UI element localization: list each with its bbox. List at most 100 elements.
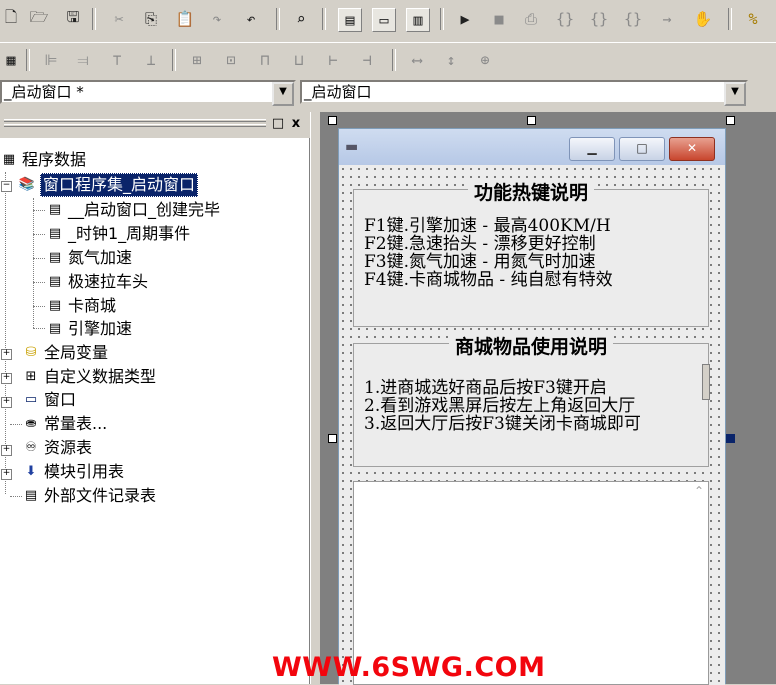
align-bottom-icon[interactable]: ⊥ [140, 49, 162, 71]
spread-v-icon[interactable]: ↕ [440, 49, 462, 71]
copy-icon[interactable]: ⎘ [140, 8, 162, 30]
tree-assembly[interactable]: 📚 窗口程序集_启动窗口 [18, 173, 199, 197]
undo-icon[interactable]: ↶ [240, 8, 262, 30]
form-designer: ▬ ▁ □ ✕ 功能热键说明 F1键.引擎加速 - 最高400KM/H F2键.… [320, 112, 776, 685]
expand-icon[interactable]: + [1, 373, 12, 384]
step-over-icon[interactable]: {} [588, 8, 610, 30]
event-combo-value: _启动窗口 [304, 83, 372, 101]
data-type-icon: ⊞ [25, 369, 37, 384]
tree-global-vars[interactable]: ⛁ 全局变量 [22, 342, 108, 364]
hotkey-line-4: F4键.卡商城物品 - 纯自慰有特效 [364, 270, 613, 290]
file-list-icon: ▤ [24, 488, 38, 503]
center-horizontal-icon[interactable]: ⊞ [186, 49, 208, 71]
store-line-3: 3.返回大厅后按F3键关闭卡商城即可 [364, 414, 641, 434]
tree-custom-types[interactable]: ⊞ 自定义数据类型 [22, 366, 156, 388]
maximize-button[interactable]: □ [619, 137, 665, 161]
chevron-down-icon[interactable]: ▼ [272, 82, 294, 106]
resources-icon: ♾ [25, 440, 37, 455]
subroutine-icon: ▤ [48, 298, 62, 313]
hotkey-group-title: 功能热键说明 [467, 182, 594, 204]
new-icon[interactable]: 🗋 [0, 8, 22, 30]
step-out-icon[interactable]: {} [622, 8, 644, 30]
layout1-icon[interactable]: ▤ [338, 8, 362, 32]
find-replace-icon[interactable]: % [742, 8, 764, 30]
panel-close-button[interactable]: x [288, 116, 304, 132]
store-line-1: 1.进商城选好商品后按F3键开启 [364, 378, 607, 398]
store-line-2: 2.看到游戏黑屏后按左上角返回大厅 [364, 396, 636, 416]
subroutine-icon: ▤ [48, 274, 62, 289]
save-icon[interactable]: 🖫 [62, 8, 84, 30]
space-icon[interactable]: ⊣ [356, 49, 378, 71]
tree-root[interactable]: ▦ 程序数据 [0, 149, 86, 171]
splitter[interactable] [310, 112, 320, 684]
align-toolbar: ▦ ⊫ ⫤ ⊤ ⊥ ⊞ ⊡ ⊓ ⊔ ⊢ ⊣ ⟷ ↕ ⊕ [0, 42, 776, 76]
expand-icon[interactable]: + [1, 445, 12, 456]
run-to-cursor-icon[interactable]: → [656, 8, 678, 30]
car-icon: ▬ [345, 139, 359, 155]
close-button[interactable]: ✕ [669, 137, 715, 161]
align-right-icon[interactable]: ⫤ [72, 49, 94, 71]
hotkey-line-3: F3键.氮气加速 - 用氮气时加速 [364, 252, 596, 272]
spread-h-icon[interactable]: ⟷ [406, 49, 428, 71]
fit-icon[interactable]: ⊕ [474, 49, 496, 71]
layout2-icon[interactable]: ▭ [372, 8, 396, 32]
hotkey-group: 功能热键说明 F1键.引擎加速 - 最高400KM/H F2键.急速抬头 - 漂… [353, 182, 709, 327]
expand-icon[interactable]: + [1, 397, 12, 408]
step-icon[interactable]: ⎙ [520, 8, 542, 30]
tree-assembly-label: 窗口程序集_启动窗口 [40, 173, 199, 197]
tree-sub-6[interactable]: ▤ 引擎加速 [46, 318, 132, 340]
expand-icon[interactable]: + [1, 469, 12, 480]
standard-toolbar: 🗋 🗁 🖫 ✂ ⎘ 📋 ↷ ↶ ⌕ ▤ ▭ ▥ ▶ ■ ⎙ {} {} {} →… [0, 0, 776, 40]
align-grid-icon[interactable]: ▦ [0, 49, 22, 71]
tree-sub-1[interactable]: ▤ __启动窗口_创建完毕 [46, 199, 220, 221]
tree-sub-4[interactable]: ▤ 极速拉车头 [46, 271, 148, 293]
assembly-icon: 📚 [18, 177, 36, 192]
align-top-icon[interactable]: ⊤ [106, 49, 128, 71]
open-folder-icon[interactable]: 🗁 [28, 8, 50, 30]
same-height-icon[interactable]: ⊔ [288, 49, 310, 71]
tree-external-files[interactable]: ▤ 外部文件记录表 [22, 485, 156, 507]
hotkey-line-1: F1键.引擎加速 - 最高400KM/H [364, 216, 611, 236]
expand-icon[interactable]: + [1, 349, 12, 360]
tree-windows[interactable]: ▭ 窗口 [22, 389, 76, 411]
tree-sub-3[interactable]: ▤ 氮气加速 [46, 247, 132, 269]
step-into-icon[interactable]: {} [554, 8, 576, 30]
same-size-icon[interactable]: ⊢ [322, 49, 344, 71]
chevron-down-icon[interactable]: ▼ [724, 82, 746, 106]
center-vertical-icon[interactable]: ⊡ [220, 49, 242, 71]
subroutine-icon: ▤ [48, 250, 62, 265]
run-icon[interactable]: ▶ [454, 8, 476, 30]
same-width-icon[interactable]: ⊓ [254, 49, 276, 71]
tree-resources[interactable]: ♾ 资源表 [22, 437, 92, 459]
window-titlebar[interactable]: ▬ ▁ □ ✕ [339, 129, 725, 165]
program-tree: ▦ 程序数据 − 📚 窗口程序集_启动窗口 ▤ __启动窗口_创建完毕 ▤ _时… [0, 138, 310, 684]
paste-icon[interactable]: 📋 [174, 8, 196, 30]
subroutine-icon: ▤ [48, 321, 62, 336]
hand-icon[interactable]: ✋ [692, 8, 714, 30]
minimize-button[interactable]: ▁ [569, 137, 615, 161]
group-scroll-handle[interactable] [702, 364, 710, 400]
redo-icon[interactable]: ↷ [206, 8, 228, 30]
collapse-icon[interactable]: − [1, 181, 12, 192]
tree-modules[interactable]: ⬇ 模块引用表 [22, 461, 124, 483]
stop-icon[interactable]: ■ [488, 8, 510, 30]
module-icon: ⬇ [25, 464, 37, 479]
event-combo[interactable]: _启动窗口 ▼ [300, 80, 748, 106]
startup-window[interactable]: ▬ ▁ □ ✕ 功能热键说明 F1键.引擎加速 - 最高400KM/H F2键.… [338, 128, 726, 685]
site-watermark: WWW.6SWG.COM [272, 652, 546, 683]
scroll-up-icon[interactable]: ⌃ [694, 484, 704, 498]
object-combo[interactable]: _启动窗口 * ▼ [0, 80, 296, 106]
subroutine-icon: ▤ [48, 202, 62, 217]
find-icon[interactable]: ⌕ [290, 8, 312, 30]
cut-icon[interactable]: ✂ [108, 8, 130, 30]
layout3-icon[interactable]: ▥ [406, 8, 430, 32]
tree-sub-5[interactable]: ▤ 卡商城 [46, 295, 116, 317]
tree-constants[interactable]: ⛂ 常量表... [22, 413, 108, 435]
form-body: 功能热键说明 F1键.引擎加速 - 最高400KM/H F2键.急速抬头 - 漂… [339, 165, 725, 685]
panel-restore-button[interactable]: □ [270, 116, 286, 132]
align-left-icon[interactable]: ⊫ [40, 49, 62, 71]
panel-header: □ x [0, 112, 310, 138]
object-combo-value: _启动窗口 * [4, 83, 84, 101]
tree-sub-2[interactable]: ▤ _时钟1_周期事件 [46, 223, 190, 245]
window-icon: ▭ [24, 392, 38, 407]
